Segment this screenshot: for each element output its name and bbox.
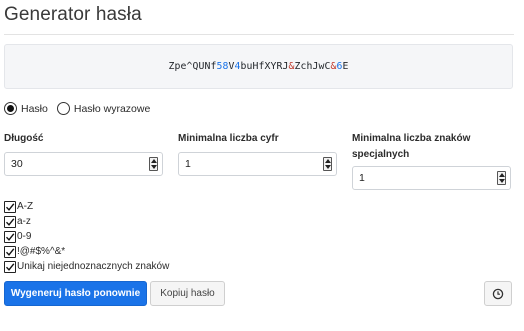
min-digits-spinner[interactable]	[323, 157, 332, 171]
length-label: Długość	[4, 133, 44, 144]
option-avoid-ambiguous[interactable]: Unikaj niejednoznacznych znaków	[4, 259, 169, 274]
radio-password-dot[interactable]	[4, 102, 17, 115]
length-value: 30	[11, 158, 23, 170]
copy-password-button[interactable]: Kopiuj hasło	[150, 281, 225, 306]
option-digits-label: 0-9	[17, 231, 32, 242]
checkbox-digits[interactable]	[4, 230, 16, 243]
option-uppercase[interactable]: A-Z	[4, 199, 169, 214]
min-special-label: Minimalna liczba znaków specjalnych	[352, 133, 471, 160]
check-icon	[5, 262, 15, 271]
checkbox-avoid-ambiguous[interactable]	[4, 260, 16, 273]
check-icon	[5, 247, 15, 256]
password-segment: buHfXYRJ	[240, 61, 289, 72]
regenerate-password-button[interactable]: Wygeneruj hasło ponownie	[4, 281, 147, 306]
option-lowercase-label: a-z	[17, 216, 31, 227]
spinner-down-icon[interactable]	[324, 165, 331, 169]
check-icon	[5, 202, 15, 211]
password-segment: Zpe^QUNf	[168, 61, 217, 72]
password-type-selector: Hasło Hasło wyrazowe	[4, 102, 159, 115]
spinner-up-icon[interactable]	[324, 159, 331, 163]
option-digits[interactable]: 0-9	[4, 229, 169, 244]
password-segment: ZchJwC	[294, 61, 331, 72]
title-divider	[4, 34, 514, 35]
min-special-field: Minimalna liczba znaków specjalnych 1	[352, 131, 512, 190]
checkbox-special[interactable]	[4, 245, 16, 258]
min-special-input[interactable]: 1	[352, 166, 511, 190]
length-field: Długość 30	[4, 131, 169, 176]
option-special[interactable]: !@#$%^&*	[4, 244, 169, 259]
history-button[interactable]	[484, 281, 512, 306]
min-digits-value: 1	[185, 158, 191, 170]
character-options: A-Z a-z 0-9 !@#$%^&* Unikaj niejednoznac…	[4, 199, 169, 274]
page-title: Generator hasła	[4, 4, 142, 25]
min-special-value: 1	[359, 172, 365, 184]
radio-passphrase[interactable]: Hasło wyrazowe	[56, 102, 151, 115]
checkbox-lowercase[interactable]	[4, 215, 16, 228]
length-input[interactable]: 30	[4, 152, 163, 176]
min-digits-field: Minimalna liczba cyfr 1	[178, 131, 343, 176]
radio-password-label: Hasło	[21, 102, 48, 115]
option-uppercase-label: A-Z	[17, 201, 34, 212]
check-icon	[5, 217, 15, 226]
spinner-down-icon[interactable]	[150, 165, 157, 169]
spinner-up-icon[interactable]	[498, 173, 505, 177]
min-digits-label: Minimalna liczba cyfr	[178, 133, 279, 144]
length-spinner[interactable]	[149, 157, 158, 171]
password-segment-number: 58	[216, 61, 229, 72]
password-segment: E	[342, 61, 349, 72]
option-special-label: !@#$%^&*	[17, 246, 66, 257]
checkbox-uppercase[interactable]	[4, 200, 16, 213]
clock-icon	[492, 288, 504, 299]
spinner-down-icon[interactable]	[498, 179, 505, 183]
min-special-spinner[interactable]	[497, 171, 506, 185]
min-digits-input[interactable]: 1	[178, 152, 337, 176]
spinner-up-icon[interactable]	[150, 159, 157, 163]
radio-passphrase-label: Hasło wyrazowe	[73, 102, 151, 115]
option-lowercase[interactable]: a-z	[4, 214, 169, 229]
generated-password: Zpe^QUNf 58 V 4 buHfXYRJ & ZchJwC & 6 E	[4, 44, 513, 89]
option-avoid-ambiguous-label: Unikaj niejednoznacznych znaków	[17, 261, 170, 272]
radio-password[interactable]: Hasło	[4, 102, 48, 115]
check-icon	[5, 232, 15, 241]
radio-passphrase-dot[interactable]	[56, 102, 70, 115]
